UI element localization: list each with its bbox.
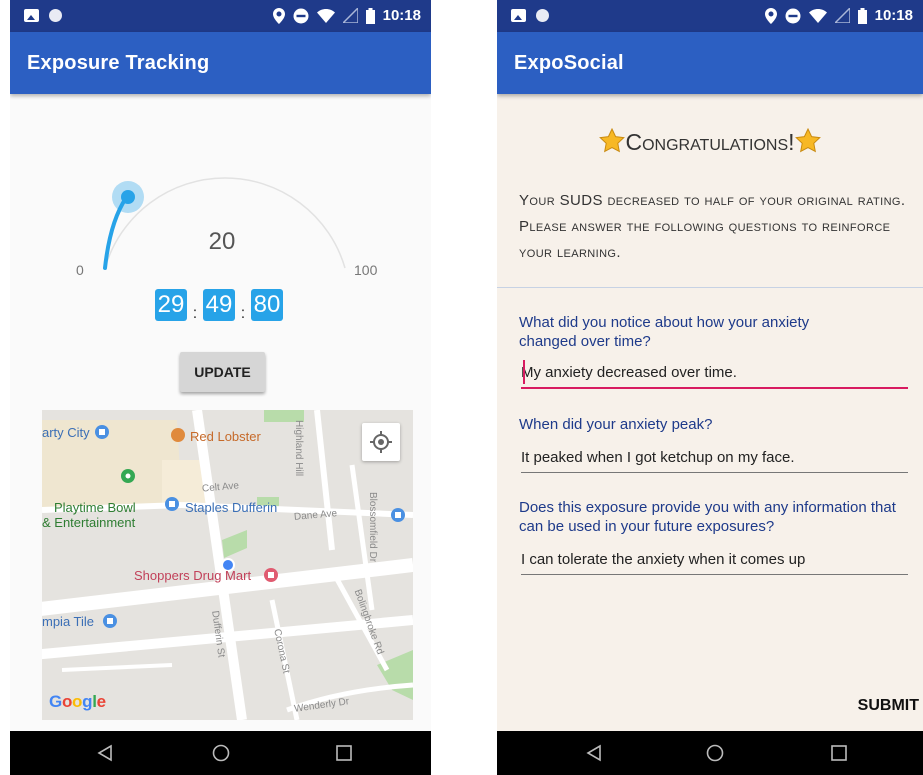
text-cursor (523, 360, 525, 384)
status-bar: 10:18 (497, 0, 923, 32)
question-3: Does this exposure provide you with any … (519, 499, 896, 535)
congratulations-text: Congratulations! (625, 129, 795, 155)
circle-icon (49, 9, 62, 22)
battery-icon (857, 7, 867, 24)
status-time: 10:18 (874, 7, 913, 24)
gauge-handle[interactable] (121, 190, 135, 204)
recents-icon[interactable] (335, 744, 353, 762)
map-pin-icon (391, 508, 405, 522)
gauge-max-label: 100 (354, 262, 378, 278)
back-icon[interactable] (96, 744, 114, 762)
congratulations-heading: Congratulations! (497, 128, 923, 156)
map-pin-icon (264, 568, 278, 582)
timer-hundredths: 80 (251, 289, 283, 321)
map-view[interactable]: arty City Red Lobster Highland Hill Celt… (42, 410, 413, 720)
suds-gauge[interactable] (70, 150, 370, 290)
map-label-shoppers: Shoppers Drug Mart (134, 568, 252, 583)
map-label-olympia-tile: mpia Tile (42, 614, 95, 629)
map-label-red-lobster: Red Lobster (190, 429, 261, 444)
divider (497, 287, 923, 288)
battery-icon (365, 7, 375, 24)
status-time: 10:18 (382, 7, 421, 24)
timer-minutes: 29 (155, 289, 187, 321)
map-pin-icon (171, 428, 185, 442)
back-icon[interactable] (585, 744, 603, 762)
page-title: Exposure Tracking (27, 52, 210, 74)
app-bar: Exposure Tracking (10, 32, 431, 94)
signal-icon (834, 8, 850, 23)
dnd-icon (293, 8, 309, 23)
timer-seconds: 49 (203, 289, 235, 321)
recents-icon[interactable] (830, 744, 848, 762)
map-pin-icon (103, 614, 117, 628)
exposure-tracking-screen: 10:18 Exposure Tracking 0 100 20 29 : 49… (10, 0, 431, 775)
timer-separator: : (240, 305, 246, 322)
wifi-icon (316, 8, 335, 23)
answer-2-field[interactable]: It peaked when I got ketchup on my face. (521, 449, 908, 473)
my-location-icon (370, 431, 392, 453)
gauge-value: 20 (208, 228, 236, 255)
map-pin-icon (165, 497, 179, 511)
map-label-highland-hill: Highland Hill (293, 420, 304, 477)
status-bar: 10:18 (10, 0, 431, 32)
home-icon[interactable] (706, 744, 724, 762)
map-label-staples: Staples Dufferin (185, 500, 278, 515)
map-label-blossomfield: Blossomfield Dr (367, 492, 378, 563)
answer-1-field[interactable]: My anxiety decreased over time. (521, 364, 908, 389)
timer-separator: : (192, 305, 198, 322)
update-button[interactable]: UPDATE (180, 352, 265, 392)
exposocial-screen: 10:18 ExpoSocial Congratulations! Your S… (497, 0, 923, 775)
star-icon (599, 128, 626, 153)
map-label-playtime-entertainment: & Entertainment (42, 515, 136, 530)
home-icon[interactable] (212, 744, 230, 762)
dnd-icon (785, 8, 801, 23)
nav-bar (497, 731, 923, 775)
circle-icon (536, 9, 549, 22)
image-icon (511, 9, 526, 22)
map-pin-icon (95, 425, 109, 439)
nav-bar (10, 731, 431, 775)
gauge-min-label: 0 (76, 262, 84, 278)
wifi-icon (808, 8, 827, 23)
timer: 29 : 49 : 80 (155, 289, 283, 322)
answer-3-field[interactable]: I can tolerate the anxiety when it comes… (521, 551, 908, 575)
app-bar: ExpoSocial (497, 32, 923, 94)
question-2: When did your anxiety peak? (519, 416, 713, 433)
page-title: ExpoSocial (514, 52, 624, 74)
map-label-party-city: arty City (42, 425, 90, 440)
submit-button[interactable]: SUBMIT (858, 697, 919, 715)
map-label-playtime-bowl: Playtime Bowl (54, 500, 136, 515)
my-location-button[interactable] (362, 423, 400, 461)
question-1: What did you notice about how your anxie… (519, 314, 810, 350)
location-icon (764, 7, 777, 24)
google-logo: Google (49, 692, 106, 711)
image-icon (24, 9, 39, 22)
location-icon (272, 7, 285, 24)
star-icon (794, 128, 821, 153)
map-pin-icon (121, 469, 135, 483)
intro-text: Your SUDS decreased to half of your orig… (519, 192, 906, 261)
signal-icon (342, 8, 358, 23)
